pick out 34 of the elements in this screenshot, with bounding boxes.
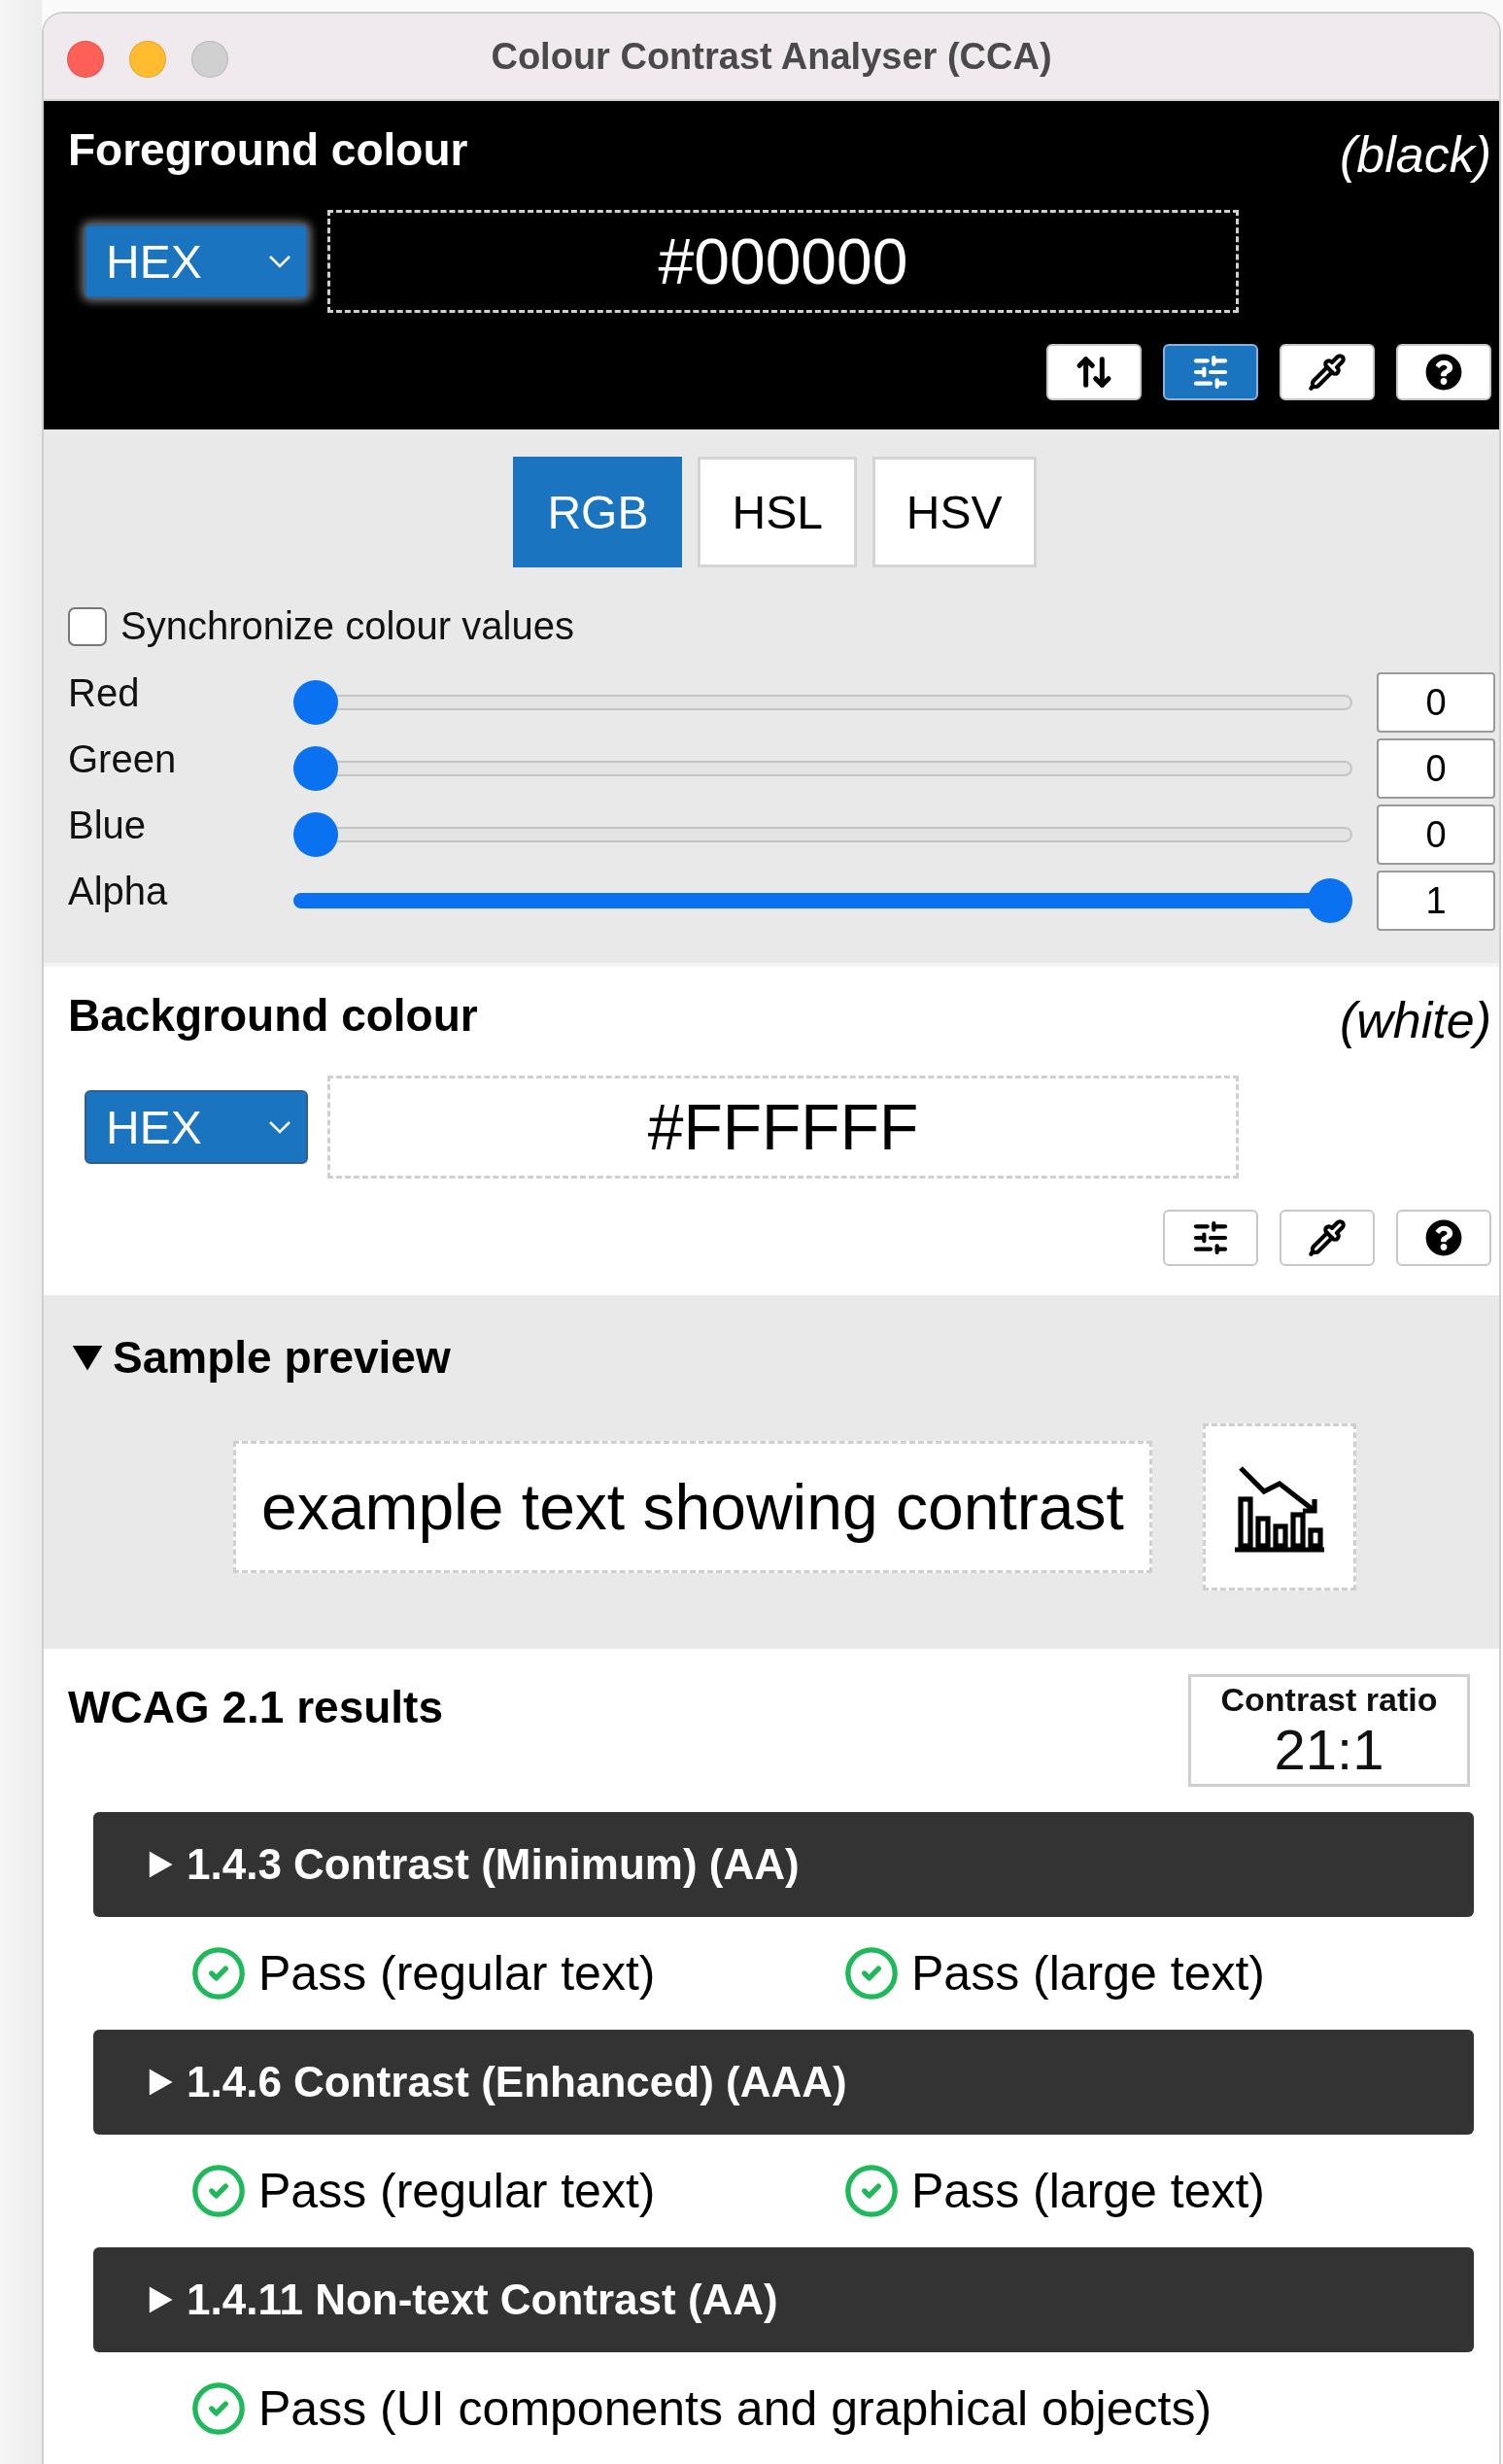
checkbox-label: Synchronize colour values	[120, 604, 574, 648]
check-result: Pass (UI components and graphical objects)	[258, 2380, 1213, 2437]
hex-field[interactable]: #FFFFFF	[327, 1076, 1239, 1179]
ratio-value: 21:1	[1274, 1718, 1384, 1781]
hex-field[interactable]: #000000	[327, 210, 1239, 313]
channel-value-field[interactable]: 0	[1377, 672, 1495, 733]
check-result: Pass (regular text)	[258, 2163, 656, 2219]
colour-model-tab[interactable]: HSL	[698, 457, 857, 567]
colour-model-tab[interactable]: RGB	[513, 457, 683, 567]
channel-label: Red	[68, 671, 141, 715]
section-heading: Background colour	[68, 989, 478, 1043]
results-heading: WCAG 2.1 results	[68, 1681, 443, 1734]
channel-label: Green	[68, 737, 178, 781]
criterion-header[interactable]: 1.4.11 Non-text Contrast (AA)	[93, 2247, 1474, 2352]
check-result: Pass (regular text)	[258, 1945, 656, 2002]
colour-name: (white)	[1339, 991, 1491, 1050]
channel-value-field[interactable]: 1	[1377, 871, 1495, 931]
channel-label: Blue	[68, 804, 148, 847]
criterion-header[interactable]: 1.4.6 Contrast (Enhanced) (AAA)	[93, 2030, 1474, 2135]
colour-model-tab[interactable]: HSV	[871, 457, 1037, 567]
channel-value-field[interactable]: 0	[1377, 738, 1495, 799]
format-dropdown[interactable]: HEX	[85, 1090, 308, 1164]
section-heading: Foreground colour	[68, 123, 468, 177]
criterion-header[interactable]: 1.4.3 Contrast (Minimum) (AA)	[93, 1812, 1474, 1917]
sample-text: example text showing contrast	[233, 1441, 1152, 1573]
window-title: Colour Contrast Analyser (CCA)	[491, 35, 1052, 78]
channel-label: Alpha	[68, 870, 169, 913]
sample-preview-toggle[interactable]: Sample preview	[68, 1328, 1491, 1386]
ratio-label: Contrast ratio	[1220, 1680, 1438, 1719]
check-result: Pass (large text)	[911, 2163, 1265, 2219]
check-result: Pass (large text)	[911, 1945, 1265, 2002]
colour-name: (black)	[1339, 125, 1491, 185]
format-dropdown[interactable]: HEX	[85, 224, 308, 298]
channel-value-field[interactable]: 0	[1377, 804, 1495, 865]
